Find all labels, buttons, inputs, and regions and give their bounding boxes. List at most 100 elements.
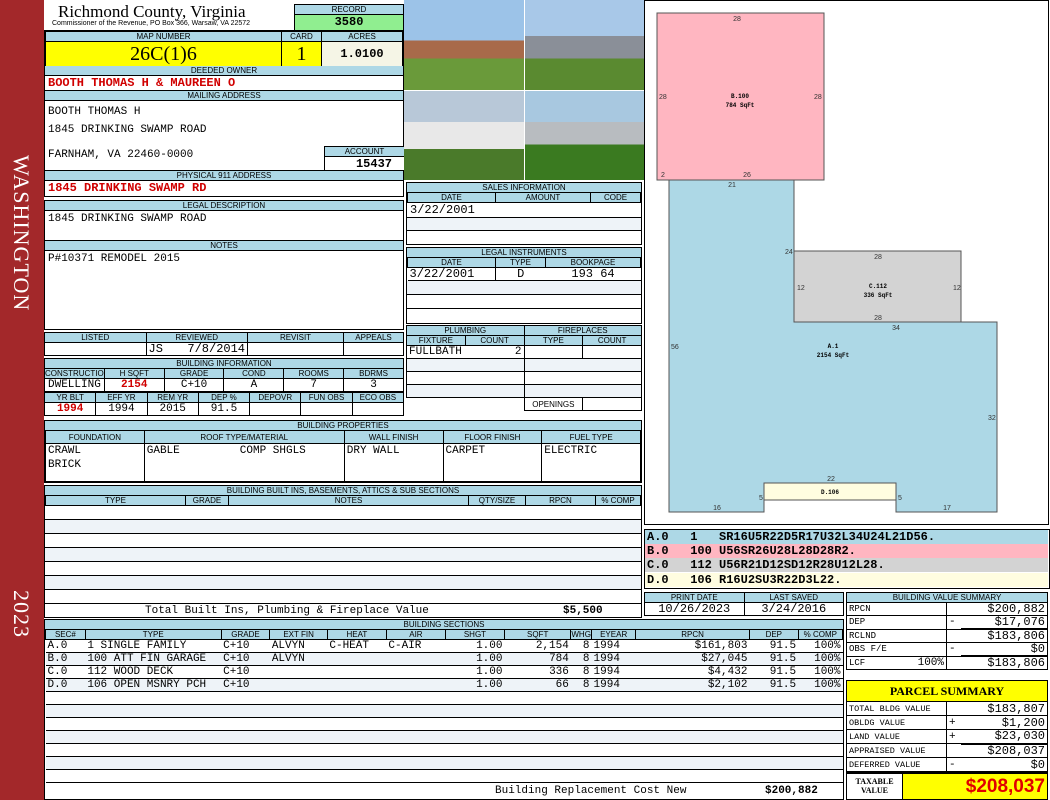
mailing-box: MAILING ADDRESS BOOTH THOMAS H 1845 DRIN…	[44, 90, 405, 171]
section-cell: C+10	[221, 678, 270, 692]
section-area: 336 SqFt	[864, 292, 893, 299]
builtins-total: $5,500	[563, 605, 603, 617]
dim-label: 28	[733, 16, 741, 23]
section-cell: $161,803	[635, 639, 750, 653]
col-header: ROOF TYPE/MATERIAL	[143, 429, 345, 445]
section-cell: C-HEAT	[327, 639, 387, 653]
parcel-label: LAND VALUE	[846, 729, 947, 744]
print-date-label: PRINT DATE	[644, 592, 745, 603]
section-cell	[386, 665, 446, 679]
section-label: A.1	[828, 343, 839, 350]
parcel-row: APPRAISED VALUE $208,037	[846, 743, 1048, 758]
built-ins: BUILDING BUILT INS, BASEMENTS, ATTICS & …	[44, 485, 642, 618]
parcel-sign	[946, 743, 961, 758]
col-header: EYEAR	[591, 629, 637, 640]
col-header: SQFT	[503, 629, 572, 640]
col-header: DEPOVR	[249, 392, 302, 403]
parcel-value: $23,030	[960, 729, 1048, 745]
parcel-sign	[946, 701, 961, 716]
property-photo-1[interactable]	[404, 0, 524, 90]
property-photo-4[interactable]	[525, 91, 644, 180]
col-header: COUNT	[464, 335, 525, 346]
legal-instruments: LEGAL INSTRUMENTS DATE TYPE BOOKPAGE 3/22/…	[406, 247, 642, 324]
dim-label: 56	[671, 344, 679, 351]
property-photo-2[interactable]	[525, 0, 644, 90]
owner-box: DEEDED OWNER BOOTH THOMAS H & MAUREEN O	[44, 66, 404, 91]
fixture-name: FULLBATH	[406, 345, 466, 359]
grade: C+10	[163, 378, 225, 392]
dim-label: 28	[814, 94, 822, 101]
effective-year: 1994	[95, 402, 148, 416]
col-header: FIXTURE	[406, 335, 466, 346]
summary-pct	[906, 642, 947, 657]
section-cell: C+10	[221, 652, 270, 666]
parcel-sign: +	[946, 715, 961, 730]
parcel-value: $1,200	[960, 715, 1048, 730]
card-label: CARD	[281, 31, 322, 42]
map-label: MAP NUMBER	[45, 31, 282, 42]
section-row	[45, 717, 843, 731]
mailing-line3: FARNHAM, VA 22460-0000	[48, 149, 194, 161]
legal-box: LEGAL DESCRIPTION 1845 DRINKING SWAMP RO…	[44, 200, 404, 241]
roof-material: COMP SHGLS	[239, 445, 306, 458]
value-summary-row: RCLND $183,806	[846, 628, 1048, 643]
review-box: LISTED REVIEWED REVISIT APPEALS JS 7/8/2014	[44, 332, 404, 357]
parcel-label: OBLDG VALUE	[846, 715, 947, 730]
dim-label: 12	[797, 285, 805, 292]
col-header: CONSTRUCTION STYLE	[44, 368, 105, 379]
dim-label: 22	[827, 476, 835, 483]
section-cell: B.0	[45, 652, 86, 666]
remodel-year: 2015	[146, 402, 199, 416]
section-cell: 100%	[798, 678, 843, 692]
col-header: BOOKPAGE	[545, 257, 641, 268]
summary-sign	[946, 602, 961, 616]
parcel-sign: +	[946, 729, 961, 744]
col-header: DATE	[407, 257, 496, 268]
col-header: ROOMS	[283, 368, 345, 379]
parcel-row: DEFERRED VALUE - $0	[846, 757, 1048, 772]
col-header: COUNT	[582, 335, 642, 346]
section-cell: 91.5	[749, 665, 799, 679]
foundation-1: CRAWL	[48, 445, 82, 458]
parcel-sign: -	[946, 757, 961, 772]
taxable-label: TAXABLE	[855, 777, 894, 786]
fireplaces-label: FIREPLACES	[523, 325, 642, 336]
notes-box: NOTES P#10371 REMODEL 2015	[44, 240, 404, 330]
county-title: Richmond County, Virginia	[58, 2, 246, 21]
revisit-label: REVISIT	[247, 332, 344, 343]
col-header: FOUNDATION	[45, 429, 145, 445]
taxable-label-2: VALUE	[861, 786, 888, 795]
section-row: C.0 112 WOOD DECK C+10 1.00 336 8 1994 $4,432 91…	[45, 665, 843, 679]
summary-label: RCLND	[846, 628, 907, 643]
dim-label: 28	[659, 94, 667, 101]
section-cell: 8	[570, 665, 592, 679]
card-number: 1	[281, 41, 322, 67]
mailing-label: MAILING ADDRESS	[45, 91, 403, 101]
builtins-total-label: Total Built Ins, Plumbing & Fireplace Va…	[145, 605, 429, 617]
print-date: 10/26/2023	[644, 602, 745, 616]
summary-pct	[906, 615, 947, 630]
summary-value: $0	[960, 642, 1048, 657]
col-header: DEP	[748, 629, 799, 640]
col-header: QTY/SIZE	[468, 495, 526, 506]
legend-row-d: D.0 106 R16U2SU3R22D3L22.	[645, 573, 1048, 587]
value-summary-row: LCF 100% $183,806	[846, 655, 1048, 670]
instrument-date: 3/22/2001	[407, 267, 496, 281]
col-header: TYPE	[84, 629, 222, 640]
legend-row-c: C.0 112 U56R21D12SD12R28U12L28.	[645, 558, 1048, 572]
property-photo-3[interactable]	[404, 91, 524, 180]
value-summary-row: OBS F/E - $0	[846, 642, 1048, 657]
summary-value: $200,882	[960, 602, 1048, 616]
building-info: BUILDING INFORMATION CONSTRUCTION STYLEH…	[43, 358, 405, 418]
summary-sign: -	[946, 615, 961, 630]
section-cell: 1.00	[445, 639, 505, 653]
fixture-count: 2	[465, 345, 525, 359]
section-cell: 8	[570, 652, 592, 666]
notes-text: P#10371 REMODEL 2015	[48, 253, 181, 265]
last-saved: 3/24/2016	[743, 602, 844, 616]
wall-finish: DRY WALL	[343, 443, 444, 482]
dim-label: 26	[743, 172, 751, 179]
section-cell: 112 WOOD DECK	[85, 665, 222, 679]
section-cell: $27,045	[635, 652, 750, 666]
section-cell: 1994	[591, 678, 636, 692]
